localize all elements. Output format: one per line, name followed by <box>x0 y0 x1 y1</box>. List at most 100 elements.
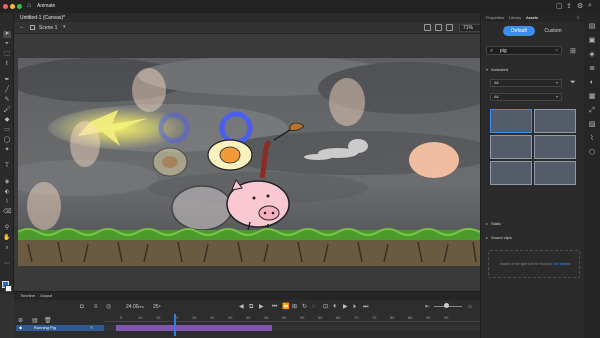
document-tab[interactable]: Untitled-1 (Canvas)* <box>20 15 65 21</box>
layer-name[interactable]: Running Pig <box>34 325 56 331</box>
camera-icon[interactable]: ◘ <box>80 303 84 311</box>
motion-editor-icon[interactable]: ⌇ <box>588 135 596 143</box>
align-panel-icon[interactable]: ≣ <box>588 65 596 73</box>
frame-scale-icon[interactable]: ⇤ <box>425 303 430 311</box>
tab-library[interactable]: Library <box>509 15 521 20</box>
swatches-panel-icon[interactable]: ▦ <box>588 93 596 101</box>
layer-row[interactable]: ◆ Running Pig ✎ <box>16 325 104 331</box>
chevron-down-icon[interactable]: ▾ <box>63 24 66 30</box>
polystar-tool-icon[interactable]: ✦ <box>3 147 11 154</box>
fps-value[interactable]: 24.00 <box>126 304 139 310</box>
delete-layer-icon[interactable]: 🗑 <box>44 317 52 325</box>
fit-stage-icon[interactable] <box>424 24 431 31</box>
segment-custom[interactable]: Custom <box>537 26 569 36</box>
clip-content-icon[interactable] <box>446 24 453 31</box>
pencil-tool-icon[interactable]: ✎ <box>3 97 11 104</box>
asset-thumbnail[interactable] <box>490 161 532 185</box>
frame-picker-icon[interactable]: ▨ <box>588 121 596 129</box>
subselection-tool-icon[interactable]: ⌖ <box>3 41 11 48</box>
asset-search-input[interactable]: ⌕ pig × <box>486 46 562 55</box>
close-window-button[interactable] <box>3 4 8 9</box>
color-panel-icon[interactable]: ◐ <box>588 79 596 87</box>
stage-canvas[interactable] <box>18 58 480 266</box>
maximize-window-button[interactable] <box>17 4 22 9</box>
current-frame-field[interactable]: 25 <box>153 304 159 310</box>
pencil-icon[interactable]: ✎ <box>90 325 93 331</box>
tween-span[interactable] <box>116 325 272 331</box>
home-icon[interactable]: ⌂ <box>27 2 31 9</box>
insert-keyframe-icon[interactable]: ⧉ <box>249 303 253 311</box>
tab-output[interactable]: Output <box>40 293 52 298</box>
text-tool-icon[interactable]: T <box>3 163 11 170</box>
loop-icon[interactable]: ↻ <box>302 303 307 311</box>
add-layer-icon[interactable]: ⊕ <box>18 317 23 325</box>
add-folder-icon[interactable]: ▤ <box>32 317 38 325</box>
clear-search-icon[interactable]: × <box>555 48 558 54</box>
selection-tool-icon[interactable]: ➤ <box>3 31 11 38</box>
paint-brush-tool-icon[interactable]: ◆ <box>3 117 11 124</box>
free-transform-tool-icon[interactable]: ⬚ <box>3 51 11 58</box>
minimize-window-button[interactable] <box>10 4 15 9</box>
section-animated[interactable]: ▾ Animated <box>486 67 508 72</box>
ink-bottle-tool-icon[interactable]: ⬖ <box>3 189 11 196</box>
asset-thumbnail[interactable] <box>534 161 576 185</box>
eraser-tool-icon[interactable]: ⌫ <box>3 209 11 216</box>
grid-view-icon[interactable]: ⊞ <box>570 47 576 55</box>
asset-thumbnail[interactable] <box>490 109 532 133</box>
oval-tool-icon[interactable]: ◯ <box>3 137 11 144</box>
components-panel-icon[interactable]: ⬡ <box>588 149 596 157</box>
layer-depth-icon[interactable]: ≡ <box>94 303 98 311</box>
workspace-icon[interactable]: ▢ <box>556 2 563 10</box>
panel-menu-icon[interactable]: ≡ <box>577 15 579 20</box>
step-back-icon[interactable]: ⏪ <box>282 303 289 311</box>
bone-tool-icon[interactable]: ⚲ <box>3 225 11 232</box>
tab-assets[interactable]: Assets <box>526 15 538 20</box>
search-icon[interactable]: ⌕ <box>588 2 592 10</box>
back-arrow-icon[interactable]: ← <box>19 24 25 30</box>
go-first-frame-icon[interactable]: ⏮ <box>272 303 277 311</box>
play-icon[interactable]: ▶ <box>343 303 348 311</box>
insert-frame-icon[interactable]: ⊞ <box>292 303 297 311</box>
paint-bucket-tool-icon[interactable]: ◈ <box>3 179 11 186</box>
pen-tool-icon[interactable]: ✒ <box>3 77 11 84</box>
edit-multiple-frames-icon[interactable]: ⊡ <box>323 303 328 311</box>
step-back-frame-icon[interactable]: ⏴ <box>333 303 336 311</box>
library-panel-icon[interactable]: ▣ <box>588 37 596 45</box>
go-last-frame-icon[interactable]: ⏭ <box>363 303 368 311</box>
gear-icon[interactable]: ⚙ <box>577 2 583 10</box>
asset-thumbnail[interactable] <box>534 135 576 159</box>
fill-color-swatch[interactable] <box>5 285 12 292</box>
filter-icon[interactable]: ⏷ <box>570 79 576 87</box>
onion-skin-icon[interactable]: ◎ <box>106 303 111 311</box>
tab-properties[interactable]: Properties <box>486 15 504 20</box>
asset-category-dropdown[interactable]: All ▾ <box>490 93 562 101</box>
section-static[interactable]: ▸ Static <box>486 221 501 226</box>
timeline-menu-icon[interactable]: ⌂ <box>468 303 472 311</box>
layer-frames[interactable] <box>104 325 480 331</box>
brush-tool-icon[interactable]: 🖌 <box>3 107 11 114</box>
playhead[interactable] <box>174 314 176 336</box>
properties-panel-icon[interactable]: ▤ <box>588 23 596 31</box>
line-tool-icon[interactable]: ╱ <box>3 87 11 94</box>
tab-timeline[interactable]: Timeline <box>20 293 35 298</box>
asset-thumbnail[interactable] <box>490 135 532 159</box>
transform-panel-icon[interactable]: ⤢ <box>588 107 596 115</box>
zoom-tool-icon[interactable]: ⌕ <box>3 245 11 252</box>
assets-panel-icon[interactable]: ◈ <box>588 51 596 59</box>
frame-ruler[interactable]: 5 10 15 20 25 30 35 40 45 50 55 60 65 70 75 80 85 90 95 <box>104 315 480 322</box>
lasso-tool-icon[interactable]: ℓ <box>3 61 11 68</box>
hand-tool-icon[interactable]: ✋ <box>3 235 11 242</box>
rectangle-tool-icon[interactable]: ▭ <box>3 127 11 134</box>
section-sound-clips[interactable]: ▸ Sound clips <box>486 235 512 240</box>
slider-knob[interactable] <box>444 303 449 308</box>
get-started-link[interactable]: Get started <box>553 262 570 266</box>
eyedropper-tool-icon[interactable]: ⌇ <box>3 199 11 206</box>
asset-type-dropdown[interactable]: All ▾ <box>490 79 562 87</box>
next-keyframe-icon[interactable]: ▶ <box>259 303 264 311</box>
onion-skin-outline-icon[interactable]: ◌ <box>312 303 316 311</box>
more-tools-icon[interactable]: ⋯ <box>3 261 11 268</box>
asset-thumbnail[interactable] <box>534 109 576 133</box>
prev-keyframe-icon[interactable]: ◀ <box>239 303 244 311</box>
step-forward-frame-icon[interactable]: ⏵ <box>353 303 356 311</box>
segment-default[interactable]: Default <box>503 26 535 36</box>
